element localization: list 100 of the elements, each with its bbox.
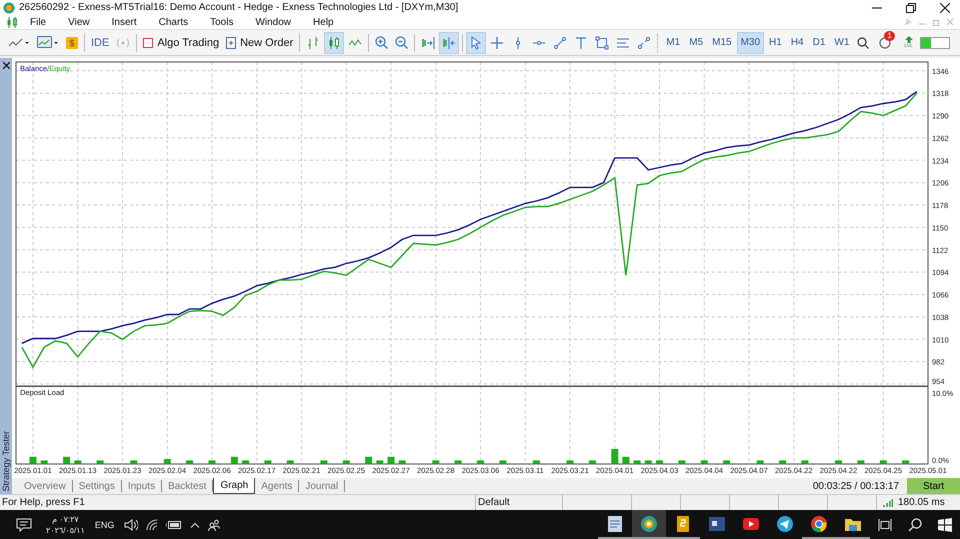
menu-item[interactable]: File [18,16,56,28]
bar [902,460,910,464]
bar [700,460,708,464]
close-icon[interactable] [2,62,10,70]
bar [801,460,808,464]
candles-icon [6,16,18,28]
menu-item[interactable]: Tools [198,16,244,28]
window-title: 262560292 - Exness-MT5Trial16: Demo Account - Hedge - Exness Technologies Ltd - [DXYm,M30] [19,2,458,14]
bar [454,460,462,464]
up-arrow-icon [904,36,913,44]
bar [30,457,36,464]
bar [880,460,887,464]
timeframe-button[interactable]: M1 [662,32,684,54]
tab[interactable]: Graph [213,478,256,494]
tile-icon [674,514,692,532]
bar [432,460,440,464]
menu-item[interactable]: Charts [146,16,198,28]
window-icon [708,514,726,532]
dollar-icon[interactable] [66,36,78,49]
bar [130,460,138,464]
tab[interactable]: Journal [299,480,346,492]
bars-icon [306,36,320,50]
algo-trading-button[interactable]: Algo Trading [140,32,222,54]
cursor-icon [469,36,484,50]
wifi-icon[interactable] [146,518,158,530]
candles-icon [327,36,342,50]
notification-icon[interactable] [16,518,32,532]
timeframe-button[interactable]: H4 [786,32,808,54]
bar [779,460,786,464]
speaker-icon[interactable] [124,518,138,530]
bar [477,460,484,464]
bar [532,460,540,464]
elapsed-time: 00:03:25 / 00:13:17 [812,480,899,492]
bar [286,460,294,464]
bar [342,460,350,464]
bar [588,460,596,464]
notification-badge: 1 [884,30,895,41]
timeframe-button[interactable]: D1 [808,32,830,54]
chart-app-button[interactable] [632,510,666,539]
people-icon[interactable] [208,518,220,530]
caret-up-icon[interactable] [190,522,200,528]
tab[interactable]: Overview [18,480,73,492]
chart-window-icon [37,36,59,50]
menu-item[interactable]: View [56,16,100,28]
bar [634,460,641,464]
tab[interactable]: Agents [255,480,300,492]
menu-item[interactable]: Insert [100,16,147,28]
bar [74,460,82,464]
chart-shift-button[interactable] [439,32,460,54]
bar [756,460,764,464]
bar [644,460,652,464]
menu-item[interactable]: Window [243,16,302,28]
bar [723,460,730,464]
bar [835,460,842,464]
tab[interactable]: Settings [72,480,122,492]
bar [208,460,216,464]
search-icon[interactable] [908,518,922,532]
timeframe-button[interactable]: H1 [765,32,786,54]
menu-item[interactable]: Help [301,16,344,28]
start-button[interactable]: Start [907,478,960,494]
trend-icon [553,36,568,50]
shapes-icon [637,36,652,50]
ping-text: 180.05 ms [898,497,945,508]
bar [40,460,48,464]
battery-icon[interactable] [166,520,182,530]
bar [376,460,384,464]
language-indicator[interactable]: ENG [94,520,114,530]
restore-icon[interactable] [906,2,916,13]
bar [566,460,574,464]
bar [622,457,630,464]
bar [678,460,686,464]
bar [857,460,864,464]
timeframe-button[interactable]: M5 [685,32,708,54]
clock-date[interactable]: ٢٠٢٦/٠٥/١١ [46,524,85,536]
cursor-tool-button[interactable] [466,32,486,54]
timeframe-button[interactable]: M15 [708,32,736,54]
shift-left-icon [442,36,456,49]
zoom-in-icon[interactable] [375,36,388,50]
clock-time[interactable]: ٠٧:٢٧ م [52,514,79,524]
windows-logo-icon[interactable] [938,518,952,532]
timeframe-button[interactable]: M30 [736,32,764,54]
bar [320,460,328,464]
document-icon [606,514,624,532]
tab[interactable]: Inputs [122,480,162,492]
panel-title[interactable]: Strategy Tester [1,431,11,492]
paper-plane-icon [776,514,794,532]
scroll-right-icon [421,36,436,49]
search-icon[interactable] [857,36,870,49]
text-icon [574,36,588,50]
bar [656,460,663,464]
fibo-icon [616,36,630,50]
zoom-out-icon[interactable] [395,36,408,50]
close-icon[interactable] [940,2,950,13]
bar [230,457,238,464]
new-order-button[interactable]: New Order [223,32,296,54]
ide-button[interactable]: IDE [88,32,112,54]
task-view-icon[interactable] [878,518,892,530]
timeframe-button[interactable]: W1 [830,32,854,54]
bar [164,459,171,464]
candlestick-button[interactable] [324,32,344,54]
